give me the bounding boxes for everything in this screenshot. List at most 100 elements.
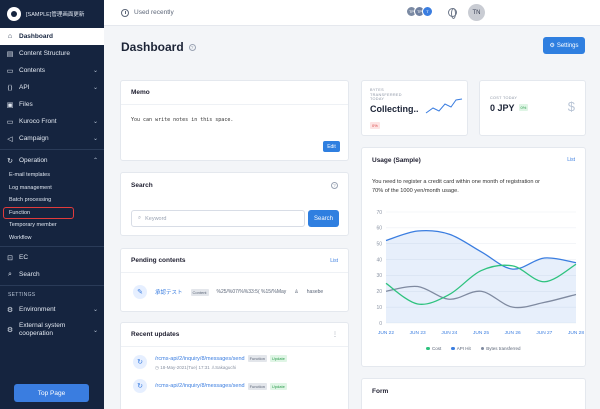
search-input[interactable]: ⌕ Keyword bbox=[131, 210, 305, 227]
list-item[interactable]: ↻ /rcms-api/2/inquiry/8/messages/send Fu… bbox=[121, 371, 348, 393]
sidebar-divider bbox=[0, 246, 104, 247]
dollar-icon: $ bbox=[567, 99, 575, 114]
more-icon[interactable]: ⋮ bbox=[332, 331, 338, 338]
refresh-icon: ↻ bbox=[7, 157, 13, 165]
sidebar-subitem-batch-processing[interactable]: Batch processing bbox=[0, 194, 104, 207]
sidebar-item-dashboard[interactable]: ⌂ Dashboard bbox=[0, 28, 104, 45]
memo-card: Memo You can write notes in this space. … bbox=[120, 80, 349, 161]
clock-icon bbox=[121, 8, 129, 17]
legend-item[interactable]: Bytes transferred bbox=[480, 346, 521, 351]
chevron-down-icon: ⌄ bbox=[92, 307, 98, 313]
x-tick-label: JUN 26 bbox=[505, 330, 521, 336]
sidebar-item-search[interactable]: ⌕ Search bbox=[0, 266, 104, 283]
y-tick-label: 50 bbox=[376, 242, 382, 248]
y-tick-label: 60 bbox=[376, 226, 382, 232]
y-tick-label: 0 bbox=[379, 321, 382, 327]
y-tick-label: 70 bbox=[376, 210, 382, 216]
user-avatar[interactable]: TN bbox=[468, 4, 485, 21]
chart-legend: Cost API Hit Bytes transferred bbox=[362, 346, 585, 351]
sidebar-subitem-email-templates[interactable]: E-mail templates bbox=[0, 169, 104, 182]
sparkline bbox=[425, 98, 463, 114]
edit-icon: ✎ bbox=[133, 285, 147, 299]
sidebar-item-campaign[interactable]: ◁ Campaign ⌄ bbox=[0, 130, 104, 147]
x-tick-label: JUN 23 bbox=[410, 330, 426, 336]
chevron-down-icon: ⌄ bbox=[92, 119, 98, 125]
sidebar-item-environment[interactable]: ⚙ Environment ⌄ bbox=[0, 301, 104, 318]
used-recently[interactable]: Used recently bbox=[104, 8, 174, 17]
code-icon: ⟨⟩ bbox=[7, 84, 13, 92]
sidebar-section-settings: SETTINGS bbox=[8, 291, 36, 298]
legend-item[interactable]: Cost bbox=[426, 346, 441, 351]
sidebar-item-kuroco-front[interactable]: ▭ Kuroco Front ⌄ bbox=[0, 113, 104, 130]
site-name: [SAMPLE]管理画面更新 bbox=[26, 12, 85, 18]
usage-notice: You need to register a credit card withi… bbox=[372, 179, 541, 194]
sidebar-divider bbox=[0, 149, 104, 150]
kuroco-logo-icon bbox=[7, 7, 21, 21]
gear-icon: ⚙ bbox=[549, 43, 555, 49]
search-card: Search ? ⌕ Keyword Search bbox=[120, 172, 349, 236]
search-icon: ⌕ bbox=[8, 270, 12, 278]
sidebar-subitem-workflow[interactable]: Workflow bbox=[0, 232, 104, 245]
page-title: Dashboard ? bbox=[121, 40, 196, 54]
usage-card: Usage (Sample) List You need to register… bbox=[361, 147, 586, 367]
refresh-icon: ↻ bbox=[133, 355, 147, 369]
memo-text[interactable]: You can write notes in this space. bbox=[121, 105, 348, 135]
y-tick-label: 20 bbox=[376, 289, 382, 295]
pending-title: Pending contents bbox=[131, 257, 186, 264]
list-item[interactable]: ↻ /rcms-api/2/inquiry/8/messages/send Fu… bbox=[121, 347, 348, 371]
legend-item[interactable]: API Hit bbox=[451, 346, 471, 351]
settings-button[interactable]: ⚙ Settings bbox=[543, 37, 585, 54]
grid-icon: ▤ bbox=[6, 50, 14, 58]
search-icon: ⌕ bbox=[138, 215, 142, 221]
sidebar-item-files[interactable]: ▣ Files bbox=[0, 96, 104, 113]
usage-list-link[interactable]: List bbox=[567, 157, 575, 163]
megaphone-icon: ◁ bbox=[7, 135, 13, 143]
sidebar-item-contents[interactable]: ▭ Contents ⌄ bbox=[0, 62, 104, 79]
series-area-api-hit bbox=[386, 230, 576, 323]
cost-stat-card: COST TODAY 0 JPY 0% $ bbox=[479, 80, 586, 136]
avatar[interactable]: T bbox=[422, 6, 433, 17]
search-title: Search bbox=[131, 181, 153, 189]
brand[interactable]: [SAMPLE]管理画面更新 bbox=[0, 0, 104, 28]
help-icon[interactable]: ? bbox=[331, 181, 338, 189]
x-tick-label: JUN 25 bbox=[473, 330, 489, 336]
folder-icon: ▣ bbox=[6, 101, 14, 109]
form-title: Form bbox=[372, 387, 389, 395]
chevron-down-icon: ⌄ bbox=[92, 68, 98, 74]
memo-title: Memo bbox=[131, 89, 150, 96]
y-tick-label: 30 bbox=[376, 273, 382, 279]
sidebar-item-content-structure[interactable]: ▤ Content Structure bbox=[0, 45, 104, 62]
sidebar-item-operation[interactable]: ↻ Operation ⌃ bbox=[0, 152, 104, 169]
y-tick-label: 40 bbox=[376, 257, 382, 263]
x-tick-label: JUN 22 bbox=[378, 330, 394, 336]
cost-value: 0 JPY bbox=[490, 102, 515, 113]
cost-pct-badge: 0% bbox=[518, 104, 529, 112]
pending-list-link[interactable]: List bbox=[330, 258, 338, 264]
sidebar: [SAMPLE]管理画面更新 ⌂ Dashboard ▤ Content Str… bbox=[0, 0, 104, 409]
refresh-icon: ↻ bbox=[133, 379, 147, 393]
usage-title: Usage (Sample) bbox=[372, 156, 421, 164]
sidebar-subitem-function[interactable]: Function bbox=[3, 206, 74, 219]
globe-icon[interactable] bbox=[448, 8, 457, 19]
chevron-down-icon: ⌄ bbox=[92, 85, 98, 91]
list-item[interactable]: ✎ 承認テスト Content %25/%07/%%33:5( %15/%May… bbox=[121, 273, 348, 311]
clock-icon: ◷ bbox=[155, 365, 159, 370]
pending-contents-card: Pending contents List ✎ 承認テスト Content %2… bbox=[120, 248, 349, 312]
search-button[interactable]: Search bbox=[308, 210, 339, 227]
sidebar-divider bbox=[0, 285, 104, 286]
sidebar-subitem-temporary-member[interactable]: Temporary member bbox=[0, 219, 104, 232]
help-icon[interactable]: ? bbox=[188, 43, 196, 51]
recent-users: TP TP T bbox=[406, 6, 433, 17]
topbar: Used recently bbox=[104, 0, 600, 26]
sidebar-item-api[interactable]: ⟨⟩ API ⌄ bbox=[0, 79, 104, 96]
recent-updates-title: Recent updates bbox=[131, 331, 180, 338]
home-icon: ⌂ bbox=[7, 33, 13, 40]
top-page-button[interactable]: Top Page bbox=[14, 384, 89, 402]
y-tick-label: 10 bbox=[376, 305, 382, 311]
sidebar-item-ec[interactable]: ⊡ EC bbox=[0, 249, 104, 266]
link-icon: ⚙ bbox=[6, 327, 14, 334]
sidebar-subitem-log-management[interactable]: Log management bbox=[0, 182, 104, 195]
memo-edit-button[interactable]: Edit bbox=[323, 141, 340, 152]
sidebar-item-external-system[interactable]: ⚙ External system cooperation ⌄ bbox=[0, 318, 104, 342]
recent-updates-card: Recent updates ⋮ ↻ /rcms-api/2/inquiry/8… bbox=[120, 322, 349, 409]
